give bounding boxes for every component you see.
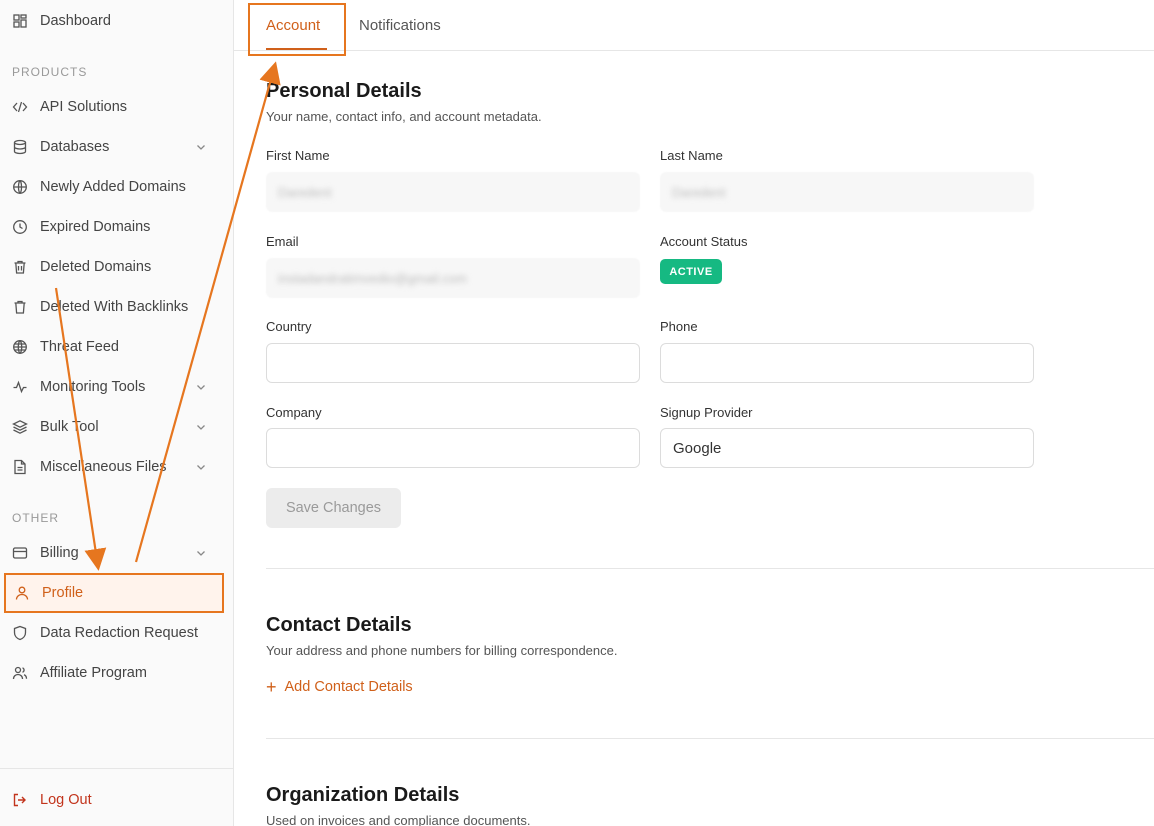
chevron-down-icon (197, 425, 205, 430)
phone-input[interactable] (660, 343, 1034, 383)
country-input[interactable] (266, 343, 640, 383)
highlight-box-account-tab (248, 3, 346, 56)
section-label-products: PRODUCTS (12, 65, 88, 79)
organization-details-title: Organization Details (266, 784, 460, 806)
user-icon (14, 585, 30, 601)
globe-grid-icon (12, 339, 28, 355)
section-label-other: OTHER (12, 511, 59, 525)
status-badge: ACTIVE (660, 259, 722, 284)
code-icon (12, 99, 28, 115)
sidebar-divider (0, 768, 233, 769)
sidebar-item-label: Newly Added Domains (40, 179, 186, 195)
sidebar-item-profile[interactable]: Profile (4, 573, 224, 613)
dashboard-icon (12, 13, 28, 29)
sidebar-item-label: API Solutions (40, 99, 128, 115)
sidebar-item-label: Bulk Tool (40, 419, 99, 435)
sidebar-item-label: Monitoring Tools (40, 379, 146, 395)
sidebar: Dashboard PRODUCTS API Solutions Databas… (0, 0, 234, 826)
sidebar-item-label: Expired Domains (40, 219, 151, 235)
sidebar-item-bulk-tool[interactable]: Bulk Tool (4, 409, 224, 445)
signup-provider-label: Signup Provider (660, 405, 753, 420)
country-label: Country (266, 319, 312, 334)
activity-icon (12, 379, 28, 395)
sidebar-item-label: Deleted With Backlinks (40, 299, 189, 315)
database-icon (12, 139, 28, 155)
sidebar-item-threat-feed[interactable]: Threat Feed (4, 329, 224, 365)
sidebar-item-databases[interactable]: Databases (4, 129, 224, 165)
globe-icon (12, 179, 28, 195)
tab-bar: Account Notifications (234, 0, 1154, 51)
add-contact-details-button[interactable]: + Add Contact Details (266, 678, 413, 696)
users-icon (12, 665, 28, 681)
chevron-down-icon (197, 551, 205, 556)
plus-icon: + (266, 677, 277, 697)
sidebar-item-label: Miscellaneous Files (40, 459, 167, 475)
first-name-value: Daredent (278, 185, 332, 200)
contact-details-title: Contact Details (266, 614, 412, 636)
last-name-value: Daredent (672, 185, 726, 200)
account-status-label: Account Status (660, 234, 748, 249)
first-name-label: First Name (266, 148, 330, 163)
sidebar-item-label: Billing (40, 545, 79, 561)
sidebar-item-expired-domains[interactable]: Expired Domains (4, 209, 224, 245)
company-input[interactable] (266, 428, 640, 468)
section-divider (266, 568, 1154, 569)
chevron-down-icon (197, 385, 205, 390)
tab-notifications[interactable]: Notifications (359, 0, 441, 51)
save-changes-button[interactable]: Save Changes (266, 488, 401, 528)
email-value: instadandratimvedio@gmail.com (278, 271, 467, 286)
credit-card-icon (12, 545, 28, 561)
personal-details-subtitle: Your name, contact info, and account met… (266, 109, 542, 124)
sidebar-item-newly-added-domains[interactable]: Newly Added Domains (4, 169, 224, 205)
sidebar-item-affiliate-program[interactable]: Affiliate Program (4, 655, 224, 691)
logout-icon (12, 792, 28, 808)
sidebar-item-label: Dashboard (40, 13, 111, 29)
signup-provider-input[interactable] (660, 428, 1034, 468)
clock-icon (12, 219, 28, 235)
sidebar-item-billing[interactable]: Billing (4, 535, 224, 571)
personal-details-title: Personal Details (266, 80, 422, 102)
file-icon (12, 459, 28, 475)
sidebar-item-miscellaneous-files[interactable]: Miscellaneous Files (4, 449, 224, 485)
trash-icon (12, 299, 28, 315)
add-contact-details-label: Add Contact Details (284, 679, 413, 695)
sidebar-item-deleted-with-backlinks[interactable]: Deleted With Backlinks (4, 289, 224, 325)
sidebar-item-label: Data Redaction Request (40, 625, 198, 641)
sidebar-item-label: Databases (40, 139, 110, 155)
logout-button[interactable]: Log Out (4, 782, 224, 818)
sidebar-item-data-redaction-request[interactable]: Data Redaction Request (4, 615, 224, 651)
shield-icon (12, 625, 28, 641)
sidebar-item-label: Threat Feed (40, 339, 119, 355)
sidebar-item-monitoring-tools[interactable]: Monitoring Tools (4, 369, 224, 405)
section-divider (266, 738, 1154, 739)
sidebar-item-label: Deleted Domains (40, 259, 152, 275)
sidebar-item-label: Profile (42, 585, 84, 601)
chevron-down-icon (197, 145, 205, 150)
sidebar-item-dashboard[interactable]: Dashboard (4, 3, 224, 39)
chevron-down-icon (197, 465, 205, 470)
sidebar-item-label: Affiliate Program (40, 665, 147, 681)
sidebar-item-api-solutions[interactable]: API Solutions (4, 89, 224, 125)
logout-label: Log Out (40, 792, 92, 808)
contact-details-subtitle: Your address and phone numbers for billi… (266, 643, 618, 658)
phone-label: Phone (660, 319, 698, 334)
email-label: Email (266, 234, 299, 249)
organization-details-subtitle: Used on invoices and compliance document… (266, 813, 531, 826)
sidebar-item-deleted-domains[interactable]: Deleted Domains (4, 249, 224, 285)
trash-icon (12, 259, 28, 275)
last-name-label: Last Name (660, 148, 723, 163)
layers-icon (12, 419, 28, 435)
company-label: Company (266, 405, 322, 420)
